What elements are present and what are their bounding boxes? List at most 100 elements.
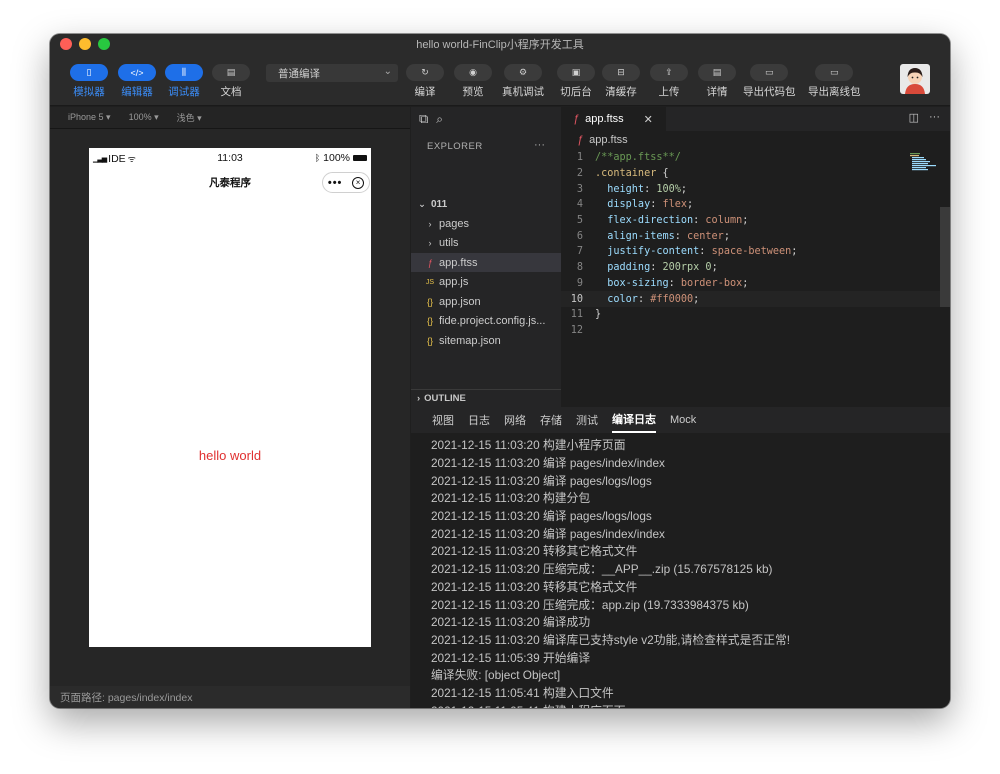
phone-icon: ▯ [70,64,108,81]
tree-file[interactable]: ƒ app.ftss [411,253,561,272]
search-icon[interactable]: ⌕ [436,112,443,127]
simulator-mode-label: 模拟器 [73,86,105,98]
files-icon[interactable]: ⧉ [419,111,428,127]
log-entry: 2021-12-15 11:03:20 构建小程序页面 [431,438,626,453]
tree-item-label: app.ftss [439,256,478,269]
document-icon: ▤ [212,64,250,81]
line-number: 1 [576,152,583,164]
toolbar-action-label: 编译 [414,86,436,98]
close-window-button[interactable] [60,38,72,50]
code-token: ; [680,183,688,195]
zoom-select[interactable]: 100% ▾ [129,112,159,123]
style-file-icon: ƒ [577,134,584,146]
tree-file[interactable]: {} fide.project.config.js... [411,312,561,331]
console-tab[interactable]: 网络 [504,407,526,433]
code-token: padding [595,262,651,274]
phone-nav-bar: 凡泰程序 ••• × [89,168,371,196]
log-entry: 2021-12-15 11:03:20 构建分包 [431,491,591,506]
toolbar-action-label: 导出离线包 [808,86,861,98]
console-tab[interactable]: 日志 [468,407,490,433]
line-number: 9 [576,277,583,289]
code-content[interactable]: 1 /**app.ftss**/ 2 .container {3 height: 10… [561,150,950,338]
console-tab[interactable]: 视图 [432,407,454,433]
more-icon[interactable]: ··· [534,139,545,151]
more-icon[interactable]: ••• [328,177,343,189]
chevron-right-icon: › [417,393,421,404]
split-editor-icon[interactable]: ◫ [909,111,919,124]
code-line: 12 [561,323,950,339]
zoom-value: 100% [128,112,152,122]
refresh-icon: ↻ [406,64,444,81]
log-entry: 2021-12-15 11:05:41 构建小程序页面 [431,701,946,708]
line-number: 11 [570,309,583,321]
device-select[interactable]: iPhone 5 ▾ [68,112,111,123]
log-entry: 2021-12-15 11:03:20 编译成功 [431,615,591,630]
toolbar-action-button[interactable]: ▭ 导出离线包 [808,64,861,99]
explorer-header: EXPLORER [427,141,483,152]
compile-mode-select[interactable]: 普通编译 ⌄ [266,64,398,82]
tree-folder[interactable]: › utils [411,234,561,253]
theme-select[interactable]: 浅色 ▾ [177,111,202,124]
toolbar-action-button[interactable]: ▤ 详情 [698,64,736,99]
code-line: 10 color: #ff0000; [561,291,950,307]
code-token: #ff0000 [650,293,694,305]
minimize-window-button[interactable] [79,38,91,50]
code-token: color [595,293,638,305]
code-token: /**app.ftss**/ [595,152,681,164]
console-tab[interactable]: 编译日志 [612,407,656,433]
battery-group: ᛒ 100% [315,152,367,164]
minimap[interactable] [910,152,940,172]
tree-root-folder[interactable]: ⌄ 011 [411,195,561,214]
capsule-menu: ••• × [322,172,370,193]
code-token: ; [742,215,749,227]
toolbar-action-button[interactable]: ▣ 切后台 [557,64,595,99]
debugger-mode-label: 调试器 [168,86,200,98]
console-tab[interactable]: 存储 [540,407,562,433]
maximize-window-button[interactable] [98,38,110,50]
close-circle-icon[interactable]: × [352,176,365,189]
code-token: ; [693,293,700,305]
toolbar-action-button[interactable]: ⇪ 上传 [650,64,688,99]
code-token: 100% [656,183,681,195]
docs-button[interactable]: ▤ 文档 [212,64,250,99]
close-icon[interactable]: ✕ [644,113,653,126]
user-avatar[interactable] [900,64,930,94]
editor-mode-button[interactable]: </> 编辑器 [118,64,156,99]
toolbar-action-button[interactable]: ▭ 导出代码包 [743,64,796,99]
tree-file[interactable]: {} sitemap.json [411,331,561,350]
json-file-icon: {} [426,316,433,326]
line-number: 12 [570,324,583,336]
details-icon: ▤ [698,64,736,81]
tree-item-label: app.json [439,295,481,308]
code-token: display [595,199,651,211]
tree-folder[interactable]: › pages [411,214,561,233]
console-tab[interactable]: Mock [670,407,696,433]
debugger-mode-button[interactable]: ⫼ 调试器 [165,64,203,99]
editor-scrollbar[interactable] [940,207,950,307]
compile-log: 2021-12-15 11:03:20 构建小程序页面 2021-12-15 11… [431,436,946,708]
simulator-mode-button[interactable]: ▯ 模拟器 [70,64,108,99]
log-entry: 2021-12-15 11:03:20 压缩完成：app.zip (19.733… [431,597,749,612]
tree-root-label: 011 [431,199,448,210]
window-title: hello world-FinClip小程序开发工具 [416,39,584,51]
breadcrumb: ƒ app.ftss [577,134,628,146]
toolbar-action-button[interactable]: ⊟ 清缓存 [602,64,640,99]
code-token: align-items [595,230,675,242]
tree-file[interactable]: JS app.js [411,273,561,292]
chevron-right-icon: › [428,238,432,248]
editor-tab-app-ftss[interactable]: ƒ app.ftss ✕ [561,107,666,131]
phone-screen[interactable]: ▁▃▅ IDE ᯤ 11:03 ᛒ 100% 凡泰程序 ••• × hello … [89,148,371,647]
more-icon[interactable]: ··· [929,111,940,124]
breadcrumb-file[interactable]: app.ftss [589,134,628,146]
explorer-tools: ⧉ ⌕ [411,107,561,131]
line-number: 3 [576,183,583,195]
outline-section[interactable]: › OUTLINE [411,389,561,407]
toolbar-action-button[interactable]: ↻ 编译 [406,64,444,99]
background-icon: ▣ [557,64,595,81]
code-token: column [705,215,743,227]
toolbar-action-button[interactable]: ◉ 预览 [454,64,492,99]
code-token: : [644,183,657,195]
console-tab[interactable]: 测试 [576,407,598,433]
toolbar-action-button[interactable]: ⚙ 真机调试 [502,64,544,99]
tree-file[interactable]: {} app.json [411,292,561,311]
